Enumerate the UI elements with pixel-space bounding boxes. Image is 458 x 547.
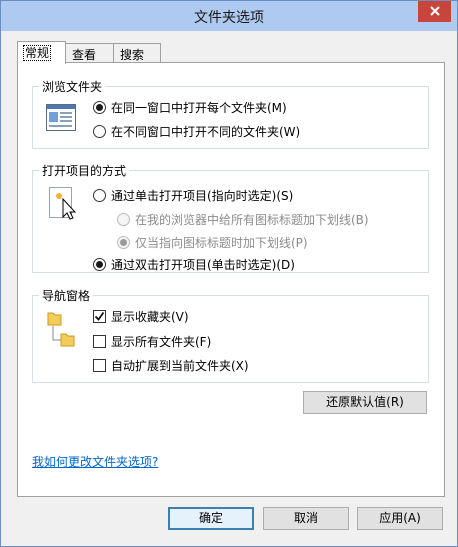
title-bar: 文件夹选项	[1, 1, 457, 31]
open-same-window-radio[interactable]	[93, 101, 106, 114]
open-new-window-radio[interactable]	[93, 125, 106, 138]
folder-options-dialog: 文件夹选项 常规 查看 搜索 浏览文件夹 在同一窗口中打开每个文件夹(M) 在不…	[0, 0, 458, 547]
tab-general[interactable]: 常规	[17, 41, 66, 64]
cancel-button[interactable]: 取消	[263, 507, 349, 530]
tab-search-label: 搜索	[120, 48, 145, 62]
ok-button[interactable]: 确定	[168, 507, 254, 530]
auto-expand-checkbox[interactable]	[93, 359, 106, 372]
close-icon	[429, 6, 440, 16]
single-click-label: 通过单击打开项目(指向时选定)(S)	[111, 189, 294, 203]
folder-tree-icon	[47, 310, 77, 353]
underline-point-radio[interactable]	[117, 236, 130, 249]
show-all-folders-option[interactable]: 显示所有文件夹(F)	[93, 333, 211, 350]
show-favorites-label: 显示收藏夹(V)	[111, 310, 189, 324]
window-title: 文件夹选项	[194, 10, 264, 26]
underline-point-option[interactable]: 仅当指向图标标题时加下划线(P)	[117, 234, 308, 251]
click-items-group: 打开项目的方式 通过单击打开项目(指向时选定)(S) 在我的浏览器中给所有图标标…	[32, 162, 429, 273]
general-tab-panel: 浏览文件夹 在同一窗口中打开每个文件夹(M) 在不同窗口中打开不同的文件夹(W)…	[17, 62, 445, 497]
tab-view[interactable]: 查看	[65, 43, 114, 63]
single-click-radio[interactable]	[93, 189, 106, 202]
open-new-window-option[interactable]: 在不同窗口中打开不同的文件夹(W)	[93, 123, 300, 140]
auto-expand-option[interactable]: 自动扩展到当前文件夹(X)	[93, 357, 249, 374]
apply-button[interactable]: 应用(A)	[357, 507, 443, 530]
navigation-pane-group: 导航窗格 显示收藏夹(V) 显示所有文件夹(F) 自动扩展到当前文件夹(X)	[32, 287, 429, 383]
browse-folders-group: 浏览文件夹 在同一窗口中打开每个文件夹(M) 在不同窗口中打开不同的文件夹(W)	[32, 78, 429, 149]
double-click-radio[interactable]	[93, 258, 106, 271]
show-all-folders-label: 显示所有文件夹(F)	[111, 335, 212, 349]
open-same-window-option[interactable]: 在同一窗口中打开每个文件夹(M)	[93, 99, 287, 116]
checkmark-icon	[94, 311, 105, 321]
single-click-option[interactable]: 通过单击打开项目(指向时选定)(S)	[93, 187, 293, 204]
cursor-click-icon	[49, 187, 77, 224]
tab-view-label: 查看	[72, 48, 97, 62]
window-icon	[46, 104, 76, 134]
underline-browser-radio[interactable]	[117, 213, 130, 226]
show-favorites-option[interactable]: 显示收藏夹(V)	[93, 308, 189, 325]
underline-browser-option[interactable]: 在我的浏览器中给所有图标标题加下划线(B)	[117, 211, 369, 228]
restore-defaults-button[interactable]: 还原默认值(R)	[303, 391, 427, 414]
close-button[interactable]	[418, 1, 451, 22]
auto-expand-label: 自动扩展到当前文件夹(X)	[111, 359, 249, 373]
underline-point-label: 仅当指向图标标题时加下划线(P)	[135, 236, 308, 250]
tab-general-label: 常规	[22, 45, 52, 61]
double-click-label: 通过双击打开项目(单击时选定)(D)	[111, 258, 295, 272]
double-click-option[interactable]: 通过双击打开项目(单击时选定)(D)	[93, 256, 295, 273]
navigation-pane-title: 导航窗格	[39, 287, 94, 304]
open-same-window-label: 在同一窗口中打开每个文件夹(M)	[111, 101, 287, 115]
show-favorites-checkbox[interactable]	[93, 310, 106, 323]
underline-browser-label: 在我的浏览器中给所有图标标题加下划线(B)	[135, 213, 369, 227]
browse-folders-title: 浏览文件夹	[39, 78, 106, 95]
show-all-folders-checkbox[interactable]	[93, 335, 106, 348]
click-items-title: 打开项目的方式	[39, 162, 130, 179]
help-link[interactable]: 我如何更改文件夹选项?	[32, 453, 158, 470]
tab-search[interactable]: 搜索	[113, 43, 161, 63]
open-new-window-label: 在不同窗口中打开不同的文件夹(W)	[111, 125, 301, 139]
